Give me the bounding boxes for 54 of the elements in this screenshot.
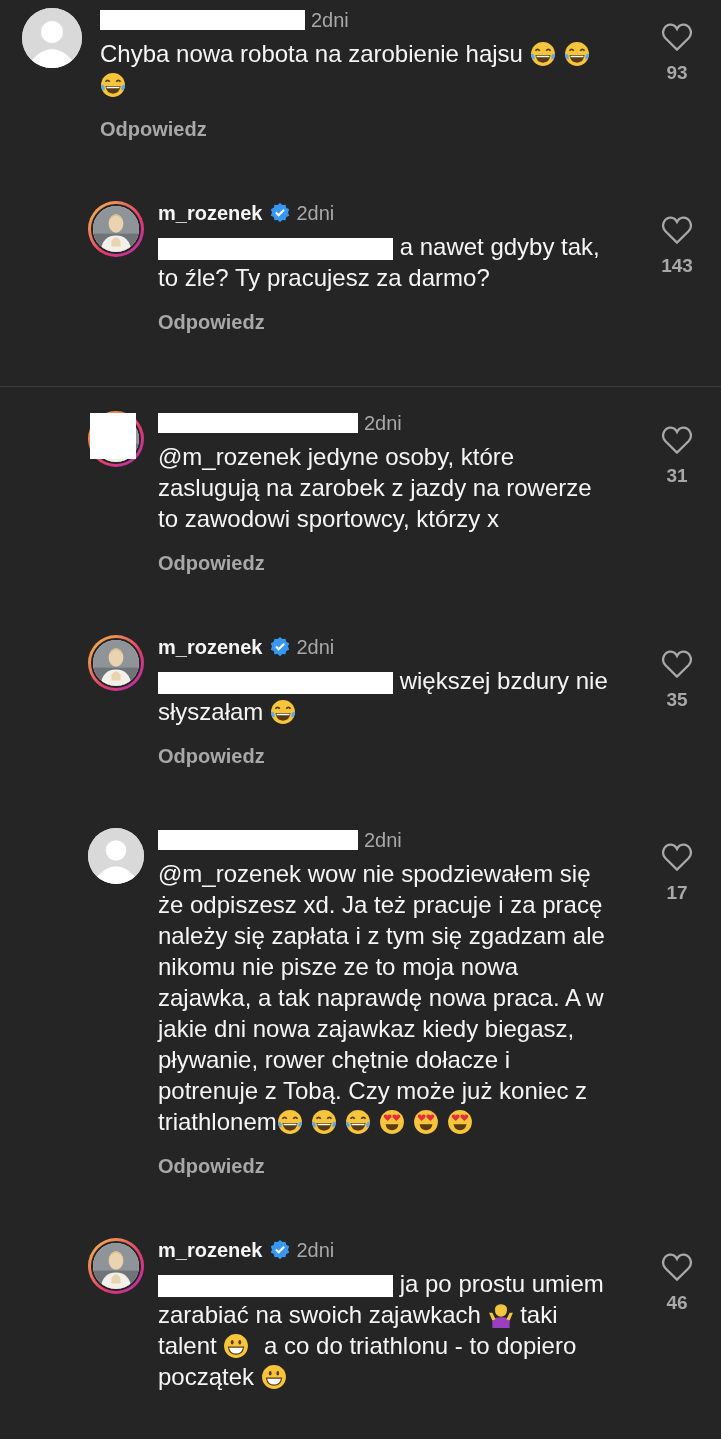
emoji-icon bbox=[446, 1109, 473, 1135]
heart-icon[interactable] bbox=[661, 1252, 693, 1282]
emoji-icon bbox=[260, 1364, 287, 1390]
comment-time: 2dni bbox=[296, 201, 335, 225]
comment-time: 2dni bbox=[311, 8, 349, 32]
like-count: 93 bbox=[666, 62, 688, 84]
emoji-icon bbox=[412, 1109, 439, 1135]
heart-icon[interactable] bbox=[661, 215, 693, 245]
emoji-icon bbox=[310, 1109, 337, 1135]
avatar[interactable] bbox=[88, 828, 144, 884]
like-count: 46 bbox=[666, 1292, 688, 1314]
heart-icon[interactable] bbox=[661, 842, 693, 872]
emoji-icon bbox=[270, 699, 297, 725]
comment-text: większej bzdury nie słyszałam bbox=[158, 666, 609, 727]
emoji-icon bbox=[378, 1109, 405, 1135]
reply-link[interactable]: Odpowiedz bbox=[158, 552, 265, 575]
like-count: 35 bbox=[666, 689, 688, 711]
comment-time: 2dni bbox=[364, 411, 402, 435]
emoji-icon bbox=[529, 41, 556, 67]
emoji-icon bbox=[487, 1302, 514, 1328]
heart-icon[interactable] bbox=[661, 22, 693, 52]
emoji-icon bbox=[276, 1109, 303, 1135]
emoji-icon bbox=[100, 72, 126, 98]
username[interactable]: m_rozenek bbox=[158, 1238, 263, 1262]
emoji-icon bbox=[223, 1333, 250, 1359]
comment-time: 2dni bbox=[364, 828, 402, 852]
reply-link[interactable]: Odpowiedz bbox=[158, 745, 265, 768]
emoji-icon bbox=[563, 41, 590, 67]
reply-link[interactable]: Odpowiedz bbox=[100, 118, 207, 141]
comment-time: 2dni bbox=[296, 635, 335, 659]
avatar[interactable] bbox=[88, 1238, 144, 1294]
comment-text: @m_rozenek jedyne osoby, które zaslugują na zarobek z jazdy na rowerze to zawodowi sportowcy, którzy x bbox=[158, 442, 593, 534]
comment-time: 2dni bbox=[296, 1238, 335, 1262]
avatar[interactable] bbox=[22, 8, 82, 68]
heart-icon[interactable] bbox=[661, 425, 693, 455]
reply-link[interactable]: Odpowiedz bbox=[158, 311, 265, 334]
like-count: 31 bbox=[666, 465, 688, 487]
like-count: 143 bbox=[661, 255, 693, 277]
username[interactable]: m_rozenek bbox=[158, 201, 263, 225]
heart-icon[interactable] bbox=[661, 649, 693, 679]
avatar[interactable] bbox=[88, 411, 144, 467]
username[interactable]: m_rozenek bbox=[158, 635, 263, 659]
emoji-icon bbox=[344, 1109, 371, 1135]
reply-link[interactable]: Odpowiedz bbox=[158, 1155, 265, 1178]
avatar[interactable] bbox=[88, 201, 144, 257]
like-count: 17 bbox=[666, 882, 688, 904]
comment-text: Chyba nowa robota na zarobienie hajsu bbox=[100, 38, 611, 100]
avatar[interactable] bbox=[88, 635, 144, 691]
comment-text: @m_rozenek wow nie spodziewałem się że odpiszesz xd. Ja też pracuje i za pracę należy się zapłata i z tym się zgadzam ale nikomu nie pisze ze to moja nowa zajawka, a tak naprawdę nowa praca. A w jakie dni nowa zajawkaz kiedy biegasz, pływanie, rower chętnie dołacze i potrenuje z Tobą. Czy może już koniec z triathlonem bbox=[158, 859, 606, 1137]
default-avatar-icon bbox=[22, 8, 82, 68]
redaction-bar bbox=[90, 413, 136, 459]
default-avatar-icon bbox=[88, 828, 144, 884]
comment-text: a nawet gdyby tak, to źle? Ty pracujesz za darmo? bbox=[158, 232, 601, 293]
comment-text: ja po prostu umiem zarabiać na swoich zajawkach taki talent a co do triathlonu - to dopiero początek bbox=[158, 1269, 605, 1392]
